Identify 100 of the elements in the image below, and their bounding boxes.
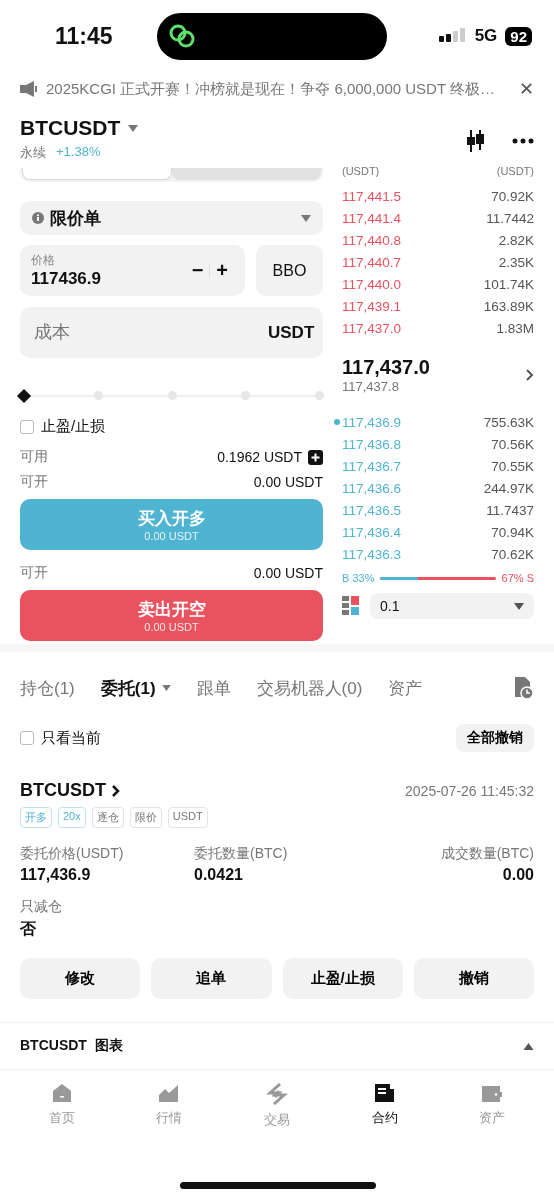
order-tag: USDT bbox=[167, 807, 208, 828]
order-tag: 限价 bbox=[129, 807, 162, 828]
more-icon[interactable] bbox=[512, 138, 534, 144]
chevron-right-icon bbox=[112, 784, 120, 797]
home-icon bbox=[50, 1083, 73, 1103]
close-button[interactable]: ✕ bbox=[518, 78, 534, 100]
bid-size: 70.55K bbox=[491, 458, 534, 474]
ask-size: 11.7442 bbox=[486, 210, 534, 226]
nav-item[interactable]: 合约 bbox=[349, 1082, 420, 1130]
order-action-button[interactable]: 追单 bbox=[151, 958, 272, 999]
tpsl-checkbox[interactable]: 止盈/止损 bbox=[20, 417, 323, 436]
caret-icon bbox=[301, 214, 311, 222]
caret-icon bbox=[128, 124, 139, 132]
slider-stop[interactable] bbox=[241, 391, 251, 400]
order-tag: 逐仓 bbox=[91, 807, 124, 828]
ask-price[interactable]: 117,439.1 bbox=[342, 298, 402, 314]
buy-long-button[interactable]: 买入开多 0.00 USDT bbox=[20, 499, 323, 550]
precision-select[interactable]: 0.1 bbox=[370, 593, 534, 619]
slider-stop[interactable] bbox=[315, 391, 324, 400]
add-icon[interactable] bbox=[308, 449, 323, 465]
bid-price[interactable]: 117,436.5 bbox=[342, 502, 402, 518]
last-price: 117,437.0 bbox=[342, 356, 430, 379]
cost-input[interactable]: 成本 bbox=[32, 321, 268, 344]
current-only-checkbox[interactable]: 只看当前 bbox=[20, 728, 101, 748]
chart-section-bar[interactable]: BTCUSDT 图表 bbox=[0, 1022, 554, 1070]
order-tag: 开多 bbox=[20, 807, 52, 828]
slider-stop[interactable] bbox=[93, 391, 103, 400]
ask-size: 101.74K bbox=[483, 276, 534, 292]
bid-size: 755.63K bbox=[483, 414, 534, 430]
column-header: (USDT) bbox=[342, 165, 380, 177]
caret-up-icon bbox=[523, 1042, 534, 1050]
ask-price[interactable]: 117,441.4 bbox=[342, 210, 402, 226]
ask-size: 70.92K bbox=[491, 188, 534, 204]
mark-price: 117,437.8 bbox=[342, 379, 400, 394]
book-layout-icon[interactable] bbox=[342, 596, 360, 616]
order-tab[interactable]: 交易机器人(0) bbox=[256, 676, 363, 700]
contract-type: 永续 bbox=[20, 144, 46, 162]
order-tab[interactable]: 委托(1) bbox=[100, 676, 171, 700]
nav-item[interactable]: 交易 bbox=[242, 1082, 312, 1130]
order-tab[interactable]: 资产 bbox=[388, 676, 423, 700]
open-value: 0.00 USDT bbox=[253, 474, 323, 490]
order-tab[interactable]: 持仓(1) bbox=[20, 676, 75, 700]
increase-button[interactable]: + bbox=[210, 259, 234, 282]
nav-item[interactable]: 行情 bbox=[134, 1082, 205, 1130]
ask-price[interactable]: 117,440.8 bbox=[342, 232, 402, 248]
chart-section-title: BTCUSDT 图表 bbox=[20, 1037, 123, 1055]
network-label: 5G bbox=[474, 26, 498, 46]
price-label: 价格 bbox=[31, 252, 56, 269]
ask-price[interactable]: 117,440.7 bbox=[342, 254, 402, 270]
ask-size: 2.82K bbox=[498, 232, 534, 248]
candlestick-icon[interactable] bbox=[464, 130, 486, 152]
bid-price[interactable]: 117,436.7 bbox=[342, 458, 402, 474]
megaphone-icon bbox=[20, 81, 38, 97]
bid-price[interactable]: 117,436.4 bbox=[342, 524, 402, 540]
price-change: +1.38% bbox=[56, 144, 101, 161]
field-label: 只减仓 bbox=[20, 898, 63, 916]
bid-size: 70.62K bbox=[491, 546, 534, 562]
bid-price[interactable]: 117,436.9 bbox=[342, 414, 402, 430]
cost-field[interactable]: 成本 USDT bbox=[20, 307, 323, 358]
symbol-title[interactable]: BTCUSDT bbox=[20, 116, 121, 140]
bid-price[interactable]: 117,436.6 bbox=[342, 480, 402, 496]
bid-price[interactable]: 117,436.8 bbox=[342, 436, 402, 452]
history-icon[interactable] bbox=[512, 677, 534, 699]
bid-size: 244.97K bbox=[483, 480, 534, 496]
battery-level: 92 bbox=[505, 26, 532, 46]
available-label: 可用 bbox=[20, 448, 48, 466]
decrease-button[interactable]: − bbox=[185, 259, 210, 282]
order-type-select[interactable]: 限价单 bbox=[20, 201, 323, 235]
announcement-text[interactable]: 2025KCGI 正式开赛！冲榜就是现在！争夺 6,000,000 USDT 终极… bbox=[46, 79, 511, 99]
ask-price[interactable]: 117,441.5 bbox=[342, 188, 402, 204]
column-header: (USDT) bbox=[496, 165, 534, 177]
ask-size: 2.35K bbox=[498, 254, 534, 270]
document-icon bbox=[373, 1083, 396, 1103]
buy-ratio: B 33% bbox=[342, 572, 375, 584]
order-action-button[interactable]: 修改 bbox=[20, 958, 141, 999]
price-input[interactable]: 117436.9 bbox=[31, 269, 131, 289]
bid-price[interactable]: 117,436.3 bbox=[342, 546, 402, 562]
field-value: 0.0421 bbox=[194, 866, 244, 884]
order-action-button[interactable]: 止盈/止损 bbox=[282, 958, 403, 999]
order-symbol[interactable]: BTCUSDT bbox=[20, 780, 106, 801]
order-tab[interactable]: 跟单 bbox=[196, 676, 231, 700]
open-value: 0.00 USDT bbox=[253, 565, 323, 581]
nav-item[interactable]: 首页 bbox=[26, 1082, 97, 1130]
bbo-button[interactable]: BBO bbox=[256, 245, 323, 296]
ask-price[interactable]: 117,437.0 bbox=[342, 320, 402, 336]
status-time: 11:45 bbox=[55, 22, 114, 50]
field-value: 117,436.9 bbox=[20, 866, 92, 884]
cancel-all-button[interactable]: 全部撤销 bbox=[456, 724, 534, 752]
order-action-button[interactable]: 撤销 bbox=[413, 958, 534, 999]
sell-short-button[interactable]: 卖出开空 0.00 USDT bbox=[20, 590, 323, 641]
open-label: 可开 bbox=[20, 564, 48, 582]
ask-price[interactable]: 117,440.0 bbox=[342, 276, 402, 292]
open-label: 可开 bbox=[20, 473, 48, 491]
unit-selector[interactable]: USDT bbox=[268, 322, 315, 343]
slider-stop[interactable] bbox=[167, 391, 177, 400]
order-tag: 20x bbox=[58, 807, 86, 828]
chevron-right-icon[interactable] bbox=[526, 369, 534, 381]
info-icon bbox=[32, 212, 44, 224]
nav-item[interactable]: 资产 bbox=[457, 1082, 528, 1130]
ask-size: 163.89K bbox=[483, 298, 534, 314]
